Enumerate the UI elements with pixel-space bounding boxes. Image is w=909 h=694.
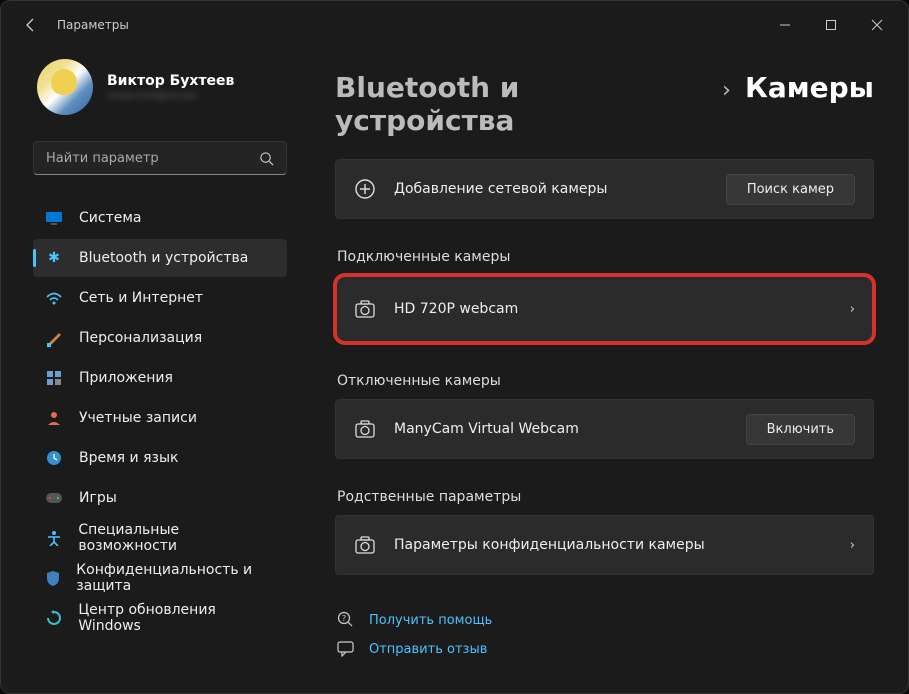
connected-camera-item[interactable]: HD 720P webcam › (335, 275, 874, 343)
profile-name: Виктор Бухтеев (107, 73, 234, 89)
nav-label: Время и язык (79, 450, 178, 466)
help-label: Получить помощь (369, 613, 492, 628)
window-title: Параметры (57, 18, 129, 32)
profile-email: redacted@email (107, 89, 234, 102)
nav-label: Конфиденциальность и защита (76, 562, 275, 594)
sidebar: Виктор Бухтеев redacted@email Система ✱ B… (1, 49, 301, 693)
disconnected-camera-item: ManyCam Virtual Webcam Включить (335, 399, 874, 459)
back-button[interactable] (13, 7, 49, 43)
bluetooth-icon: ✱ (45, 249, 63, 267)
chevron-right-icon: › (722, 78, 731, 103)
user-profile[interactable]: Виктор Бухтеев redacted@email (29, 49, 291, 135)
minimize-button[interactable] (762, 9, 808, 41)
maximize-button[interactable] (808, 9, 854, 41)
nav-label: Сеть и Интернет (79, 290, 203, 306)
feedback-label: Отправить отзыв (369, 642, 487, 657)
sidebar-item-bluetooth[interactable]: ✱ Bluetooth и устройства (33, 239, 287, 277)
sidebar-item-personalization[interactable]: Персонализация (33, 319, 287, 357)
svg-text:?: ? (342, 614, 346, 623)
chevron-right-icon: › (850, 302, 855, 317)
shield-icon (45, 569, 60, 587)
search-cameras-button[interactable]: Поиск камер (726, 174, 855, 205)
section-related-title: Родственные параметры (337, 489, 874, 505)
brush-icon (45, 329, 63, 347)
feedback-icon (337, 641, 355, 657)
sidebar-item-update[interactable]: Центр обновления Windows (33, 599, 287, 637)
sidebar-item-network[interactable]: Сеть и Интернет (33, 279, 287, 317)
breadcrumb-parent[interactable]: Bluetooth и устройства (335, 71, 708, 137)
search-icon (259, 151, 274, 166)
feedback-link[interactable]: Отправить отзыв (335, 635, 874, 663)
nav-label: Игры (79, 490, 117, 506)
sidebar-item-accounts[interactable]: Учетные записи (33, 399, 287, 437)
add-camera-label: Добавление сетевой камеры (394, 181, 708, 197)
nav-label: Специальные возможности (78, 522, 275, 554)
camera-icon (354, 298, 376, 320)
nav-label: Система (79, 210, 141, 226)
titlebar: Параметры (1, 1, 908, 49)
section-disconnected-title: Отключенные камеры (337, 373, 874, 389)
nav-label: Учетные записи (79, 410, 197, 426)
gaming-icon (45, 489, 63, 507)
update-icon (45, 609, 62, 627)
main-content: Bluetooth и устройства › Камеры Добавлен… (301, 49, 908, 693)
clock-icon (45, 449, 63, 467)
chevron-right-icon: › (850, 538, 855, 553)
disconnected-camera-name: ManyCam Virtual Webcam (394, 421, 728, 437)
sidebar-item-apps[interactable]: Приложения (33, 359, 287, 397)
accounts-icon (45, 409, 63, 427)
search-input[interactable] (46, 151, 259, 166)
enable-camera-button[interactable]: Включить (746, 414, 855, 445)
camera-privacy-settings-item[interactable]: Параметры конфиденциальности камеры › (335, 515, 874, 575)
settings-window: Параметры Виктор Бухтеев redacted@email … (0, 0, 909, 694)
camera-icon (354, 418, 376, 440)
breadcrumb: Bluetooth и устройства › Камеры (335, 71, 874, 137)
nav-label: Приложения (79, 370, 173, 386)
connected-camera-name: HD 720P webcam (394, 301, 832, 317)
nav-label: Bluetooth и устройства (79, 250, 248, 266)
plus-circle-icon (354, 178, 376, 200)
nav-label: Персонализация (79, 330, 202, 346)
section-connected-title: Подключенные камеры (337, 249, 874, 265)
wifi-icon (45, 289, 63, 307)
avatar (37, 59, 93, 115)
add-network-camera-card: Добавление сетевой камеры Поиск камер (335, 159, 874, 219)
nav-list: Система ✱ Bluetooth и устройства Сеть и И… (29, 199, 291, 637)
sidebar-item-gaming[interactable]: Игры (33, 479, 287, 517)
nav-label: Центр обновления Windows (78, 602, 275, 634)
window-controls (762, 9, 900, 41)
help-icon: ? (337, 611, 355, 629)
accessibility-icon (45, 529, 62, 547)
footer-links: ? Получить помощь Отправить отзыв (335, 605, 874, 663)
sidebar-item-system[interactable]: Система (33, 199, 287, 237)
close-button[interactable] (854, 9, 900, 41)
sidebar-item-time[interactable]: Время и язык (33, 439, 287, 477)
apps-icon (45, 369, 63, 387)
sidebar-item-accessibility[interactable]: Специальные возможности (33, 519, 287, 557)
breadcrumb-current: Камеры (745, 71, 874, 104)
camera-icon (354, 534, 376, 556)
display-icon (45, 209, 63, 227)
search-box[interactable] (33, 141, 287, 175)
privacy-settings-label: Параметры конфиденциальности камеры (394, 537, 832, 553)
sidebar-item-privacy[interactable]: Конфиденциальность и защита (33, 559, 287, 597)
get-help-link[interactable]: ? Получить помощь (335, 605, 874, 635)
